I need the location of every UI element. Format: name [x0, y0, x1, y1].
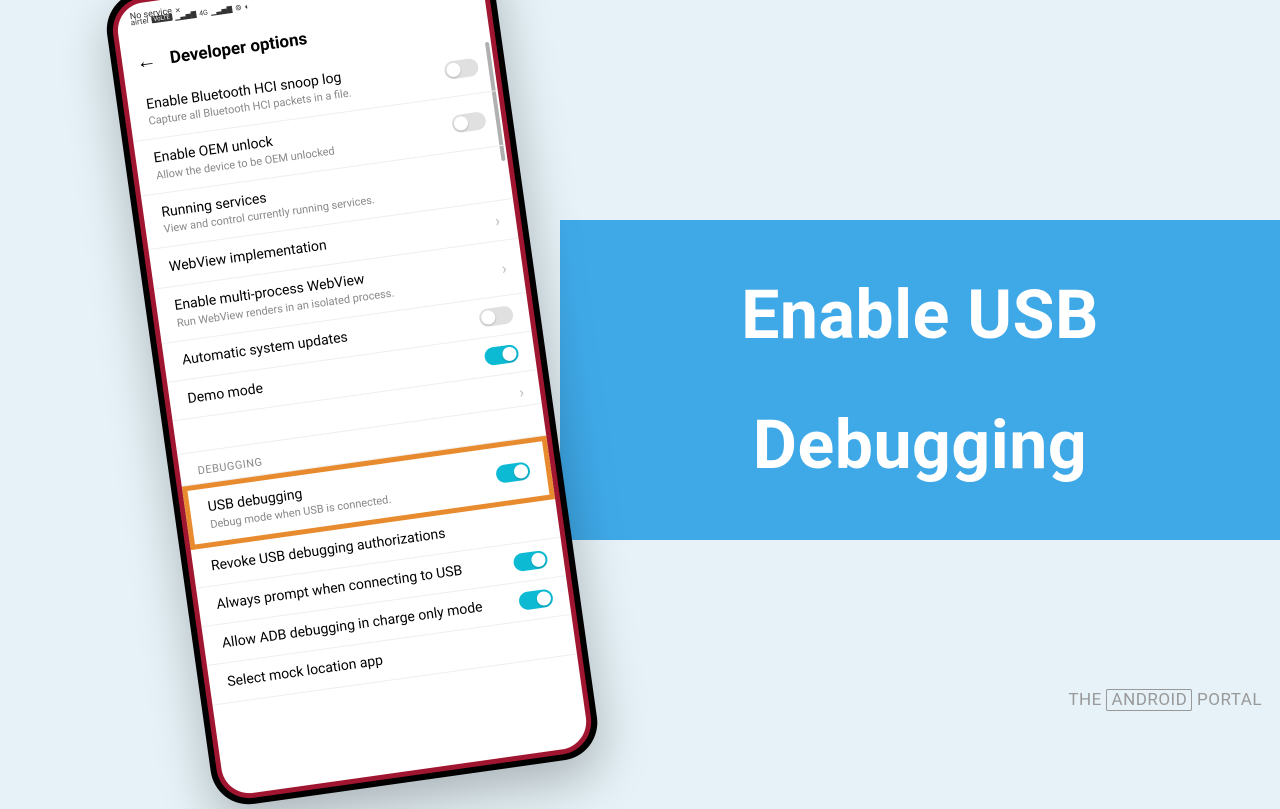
signal-4g: 4G [199, 8, 209, 17]
watermark-post: PORTAL [1197, 690, 1262, 710]
phone-bezel: No service ✕ airtel VoLTE ▁▃▅▇ 4G ▁▃▅▇ ⊚… [109, 0, 596, 802]
data-icon: ◐ [244, 2, 250, 12]
volte-badge: VoLTE [151, 14, 172, 24]
banner-line-1: Enable USB [741, 275, 1099, 355]
toggle-bt-snoop[interactable] [443, 57, 479, 80]
toggle-adb-charge[interactable] [518, 589, 554, 612]
toggle-oem-unlock[interactable] [451, 111, 487, 134]
toggle-auto-update[interactable] [478, 305, 514, 328]
watermark: THE ANDROID PORTAL [1068, 690, 1262, 710]
back-arrow-icon[interactable]: ← [135, 47, 158, 75]
settings-list: Enable Bluetooth HCI snoop log Capture a… [126, 37, 577, 705]
page-title: Developer options [169, 29, 309, 68]
phone-screen: No service ✕ airtel VoLTE ▁▃▅▇ 4G ▁▃▅▇ ⊚… [114, 0, 589, 797]
watermark-boxed: ANDROID [1106, 689, 1192, 711]
watermark-pre: THE [1068, 690, 1101, 710]
hotspot-icon: ⊚ [234, 3, 242, 13]
phone-mockup: No service ✕ airtel VoLTE ▁▃▅▇ 4G ▁▃▅▇ ⊚… [102, 0, 602, 809]
toggle-demo-mode[interactable] [484, 344, 520, 367]
phone-frame: No service ✕ airtel VoLTE ▁▃▅▇ 4G ▁▃▅▇ ⊚… [102, 0, 602, 809]
title-banner: Enable USB Debugging [560, 220, 1280, 540]
banner-line-2: Debugging [753, 405, 1087, 485]
toggle-usb-debugging[interactable] [495, 461, 531, 484]
toggle-always-prompt[interactable] [512, 550, 548, 573]
chevron-right-icon: › [518, 383, 525, 402]
